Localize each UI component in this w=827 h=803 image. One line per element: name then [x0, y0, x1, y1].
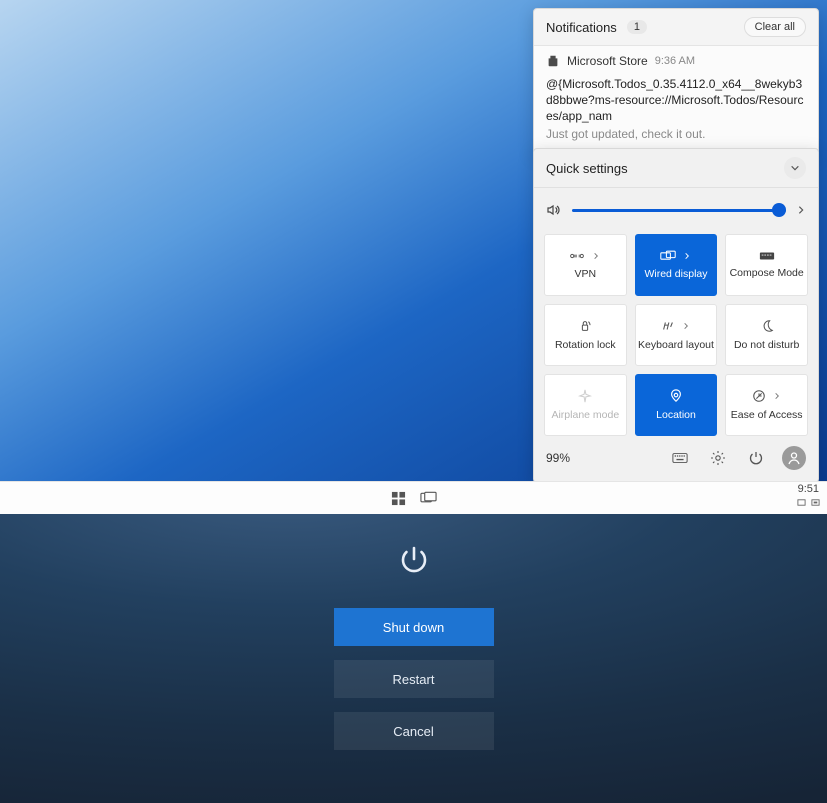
tile-airplane-mode[interactable]: Airplane mode — [544, 374, 627, 436]
chevron-down-icon — [790, 163, 800, 173]
quick-settings-tiles: VPN Wired display Compose Mode Rotation … — [534, 228, 818, 436]
airplane-icon — [578, 389, 592, 403]
chevron-right-icon — [682, 251, 692, 261]
quick-settings-header: Quick settings — [534, 149, 818, 188]
task-view-button[interactable] — [420, 491, 437, 506]
rotation-lock-icon — [578, 319, 592, 333]
store-icon — [546, 54, 560, 68]
tray-icon-2[interactable] — [811, 498, 820, 507]
speaker-icon[interactable] — [546, 202, 562, 218]
power-icon — [748, 450, 764, 466]
battery-level: 99% — [546, 451, 570, 465]
volume-slider-thumb[interactable] — [772, 203, 786, 217]
chevron-right-icon — [591, 251, 601, 261]
task-view-icon — [420, 491, 437, 505]
quick-settings-panel: Quick settings VPN — [533, 148, 819, 483]
start-button[interactable] — [391, 491, 406, 506]
settings-button[interactable] — [706, 446, 730, 470]
tile-label: Do not disturb — [734, 339, 799, 351]
quick-settings-footer: 99% — [534, 436, 818, 476]
on-screen-keyboard-button[interactable] — [668, 446, 692, 470]
tile-label: Ease of Access — [731, 409, 803, 421]
ease-of-access-icon — [752, 389, 766, 403]
tile-keyboard-layout[interactable]: Keyboard layout — [635, 304, 718, 366]
notifications-title: Notifications — [546, 20, 617, 35]
volume-row — [534, 188, 818, 228]
windows-icon — [391, 491, 406, 506]
notifications-count-badge: 1 — [627, 20, 647, 34]
tray-icon-1[interactable] — [797, 498, 806, 507]
tile-do-not-disturb[interactable]: Do not disturb — [725, 304, 808, 366]
gear-icon — [710, 450, 726, 466]
notification-card[interactable]: Microsoft Store 9:36 AM @{Microsoft.Todo… — [534, 46, 818, 153]
tile-ease-of-access[interactable]: Ease of Access — [725, 374, 808, 436]
taskbar: 9:51 — [0, 481, 827, 514]
chevron-right-icon — [681, 321, 691, 331]
desktop-region: Notifications 1 Clear all Microsoft Stor… — [0, 0, 827, 481]
compose-icon — [759, 251, 775, 261]
location-icon — [669, 389, 683, 403]
taskbar-clock[interactable]: 9:51 — [798, 483, 819, 495]
quick-settings-title: Quick settings — [546, 161, 628, 176]
tile-vpn[interactable]: VPN — [544, 234, 627, 296]
vpn-icon — [569, 250, 585, 262]
power-icon-large — [396, 542, 432, 578]
tile-label: VPN — [575, 268, 597, 280]
restart-button[interactable]: Restart — [334, 660, 494, 698]
tile-label: Airplane mode — [551, 409, 619, 421]
system-tray — [797, 498, 820, 507]
notification-subtext: Just got updated, check it out. — [546, 127, 806, 141]
volume-expand-button[interactable] — [796, 205, 806, 215]
volume-slider[interactable] — [572, 209, 786, 212]
shut-down-button[interactable]: Shut down — [334, 608, 494, 646]
notification-time: 9:36 AM — [655, 55, 695, 67]
notification-body: @{Microsoft.Todos_0.35.4112.0_x64__8weky… — [546, 76, 806, 125]
chevron-right-icon — [772, 391, 782, 401]
tile-wired-display[interactable]: Wired display — [635, 234, 718, 296]
tile-rotation-lock[interactable]: Rotation lock — [544, 304, 627, 366]
notifications-panel: Notifications 1 Clear all Microsoft Stor… — [533, 8, 819, 154]
keyboard-icon — [661, 319, 675, 333]
power-button[interactable] — [744, 446, 768, 470]
notification-app-name: Microsoft Store — [567, 54, 648, 68]
tile-location[interactable]: Location — [635, 374, 718, 436]
tile-compose-mode[interactable]: Compose Mode — [725, 234, 808, 296]
user-icon — [786, 450, 802, 466]
tile-label: Rotation lock — [555, 339, 616, 351]
tile-label: Compose Mode — [730, 267, 804, 279]
keyboard-icon — [672, 452, 688, 464]
cancel-button[interactable]: Cancel — [334, 712, 494, 750]
chevron-right-icon — [796, 205, 806, 215]
tile-label: Wired display — [644, 268, 707, 280]
collapse-button[interactable] — [784, 157, 806, 179]
display-icon — [660, 250, 676, 262]
user-button[interactable] — [782, 446, 806, 470]
tile-label: Keyboard layout — [638, 339, 714, 351]
moon-icon — [760, 319, 774, 333]
tile-label: Location — [656, 409, 696, 421]
clear-all-button[interactable]: Clear all — [744, 17, 806, 37]
notifications-header: Notifications 1 Clear all — [534, 9, 818, 46]
power-menu-screen: Shut down Restart Cancel — [0, 514, 827, 803]
